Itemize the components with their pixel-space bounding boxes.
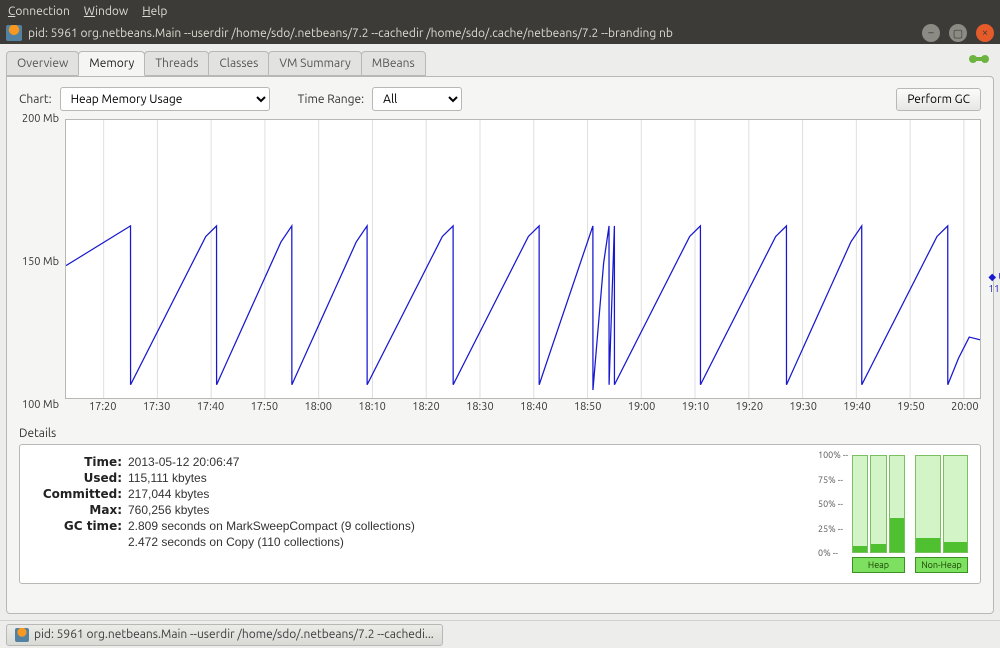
menu-help[interactable]: Help (142, 5, 167, 18)
tab-vmsummary[interactable]: VM Summary (268, 51, 361, 76)
menubar: CConnectiononnection Window Help (0, 0, 1000, 22)
max-value: 760,256 kbytes (128, 503, 209, 517)
taskbar: pid: 5961 org.netbeans.Main --userdir /h… (0, 620, 1000, 648)
perform-gc-button[interactable]: Perform GC (896, 88, 981, 111)
gctime-line1: 2.809 seconds on MarkSweepCompact (9 col… (128, 519, 415, 533)
x-tick: 20:00 (951, 401, 979, 413)
x-tick: 17:20 (89, 401, 117, 413)
tabbar: Overview Memory Threads Classes VM Summa… (6, 48, 994, 76)
nonheap-legend[interactable]: Non-Heap (915, 557, 968, 573)
chart-label: Chart: (19, 93, 52, 106)
heap-legend[interactable]: Heap (852, 557, 905, 573)
taskbar-text: pid: 5961 org.netbeans.Main --userdir /h… (34, 628, 434, 641)
minimize-button[interactable]: – (922, 24, 940, 42)
x-tick: 19:20 (736, 401, 764, 413)
mini-chart[interactable]: 0% --25% --50% --75% --100% -- (818, 455, 968, 553)
main-content: Overview Memory Threads Classes VM Summa… (0, 44, 1000, 620)
details-box: Time: 2013-05-12 20:06:47 Used: 115,111 kb… (19, 444, 981, 584)
x-tick: 19:00 (628, 401, 656, 413)
details-table: Time: 2013-05-12 20:06:47 Used: 115,111 kb… (32, 455, 798, 573)
x-tick: 19:50 (897, 401, 925, 413)
tab-memory[interactable]: Memory (78, 51, 145, 76)
tab-overview[interactable]: Overview (6, 51, 79, 76)
plot[interactable]: ◆ Used 117,874,320 (65, 119, 981, 399)
java-icon (15, 628, 29, 642)
y-tick: 100 Mb (22, 399, 59, 411)
x-tick: 19:30 (789, 401, 817, 413)
titlebar: pid: 5961 org.netbeans.Main --userdir /h… (0, 22, 1000, 44)
chart-zone: 200 Mb 150 Mb 100 Mb ◆ Used 117,874,320 … (19, 119, 981, 419)
x-tick: 17:50 (251, 401, 279, 413)
x-tick: 17:40 (197, 401, 225, 413)
x-tick: 18:10 (358, 401, 386, 413)
mini-charts: 0% --25% --50% --75% --100% -- Heap Non-… (818, 455, 968, 573)
used-label: Used: (32, 471, 122, 485)
x-tick: 18:50 (574, 401, 602, 413)
title-text: pid: 5961 org.netbeans.Main --userdir /h… (28, 27, 913, 40)
time-range-select[interactable]: All (372, 87, 462, 111)
toolbar: Chart: Heap Memory Usage Time Range: All… (19, 87, 981, 111)
gctime-label: GC time: (32, 519, 122, 533)
committed-value: 217,044 kbytes (128, 487, 209, 501)
committed-label: Committed: (32, 487, 122, 501)
plot-wrap: ◆ Used 117,874,320 17:2017:3017:4017:501… (65, 119, 981, 419)
tab-threads[interactable]: Threads (144, 51, 209, 76)
x-tick: 18:20 (412, 401, 440, 413)
time-value: 2013-05-12 20:06:47 (128, 455, 239, 469)
x-axis: 17:20 17:30 17:40 17:50 18:00 18:10 18:20 18:30… (65, 399, 981, 417)
x-tick: 18:30 (466, 401, 494, 413)
connection-status-icon (968, 51, 990, 67)
used-value: 115,111 kbytes (128, 471, 207, 485)
x-tick: 18:00 (304, 401, 332, 413)
y-tick: 150 Mb (22, 256, 59, 268)
x-tick: 18:40 (520, 401, 548, 413)
gctime-line2: 2.472 seconds on Copy (110 collections) (128, 535, 344, 549)
x-tick: 17:30 (143, 401, 171, 413)
chart-select[interactable]: Heap Memory Usage (60, 87, 270, 111)
time-range-label: Time Range: (298, 93, 365, 106)
x-tick: 19:10 (682, 401, 710, 413)
close-button[interactable]: × (976, 24, 994, 42)
menu-window[interactable]: Window (84, 5, 128, 18)
y-axis: 200 Mb 150 Mb 100 Mb (19, 119, 65, 419)
tab-mbeans[interactable]: MBeans (361, 51, 426, 76)
taskbar-button[interactable]: pid: 5961 org.netbeans.Main --userdir /h… (6, 624, 443, 646)
time-label: Time: (32, 455, 122, 469)
x-tick: 19:40 (843, 401, 871, 413)
memory-panel: Chart: Heap Memory Usage Time Range: All… (6, 76, 994, 614)
tab-classes[interactable]: Classes (208, 51, 269, 76)
details-header: Details (19, 427, 981, 440)
max-label: Max: (32, 503, 122, 517)
java-icon (6, 25, 22, 41)
series-legend: ◆ Used 117,874,320 (988, 271, 1000, 294)
menu-connection[interactable]: CConnectiononnection (8, 5, 70, 18)
y-tick: 200 Mb (22, 113, 59, 125)
maximize-button[interactable]: ▢ (949, 24, 967, 42)
